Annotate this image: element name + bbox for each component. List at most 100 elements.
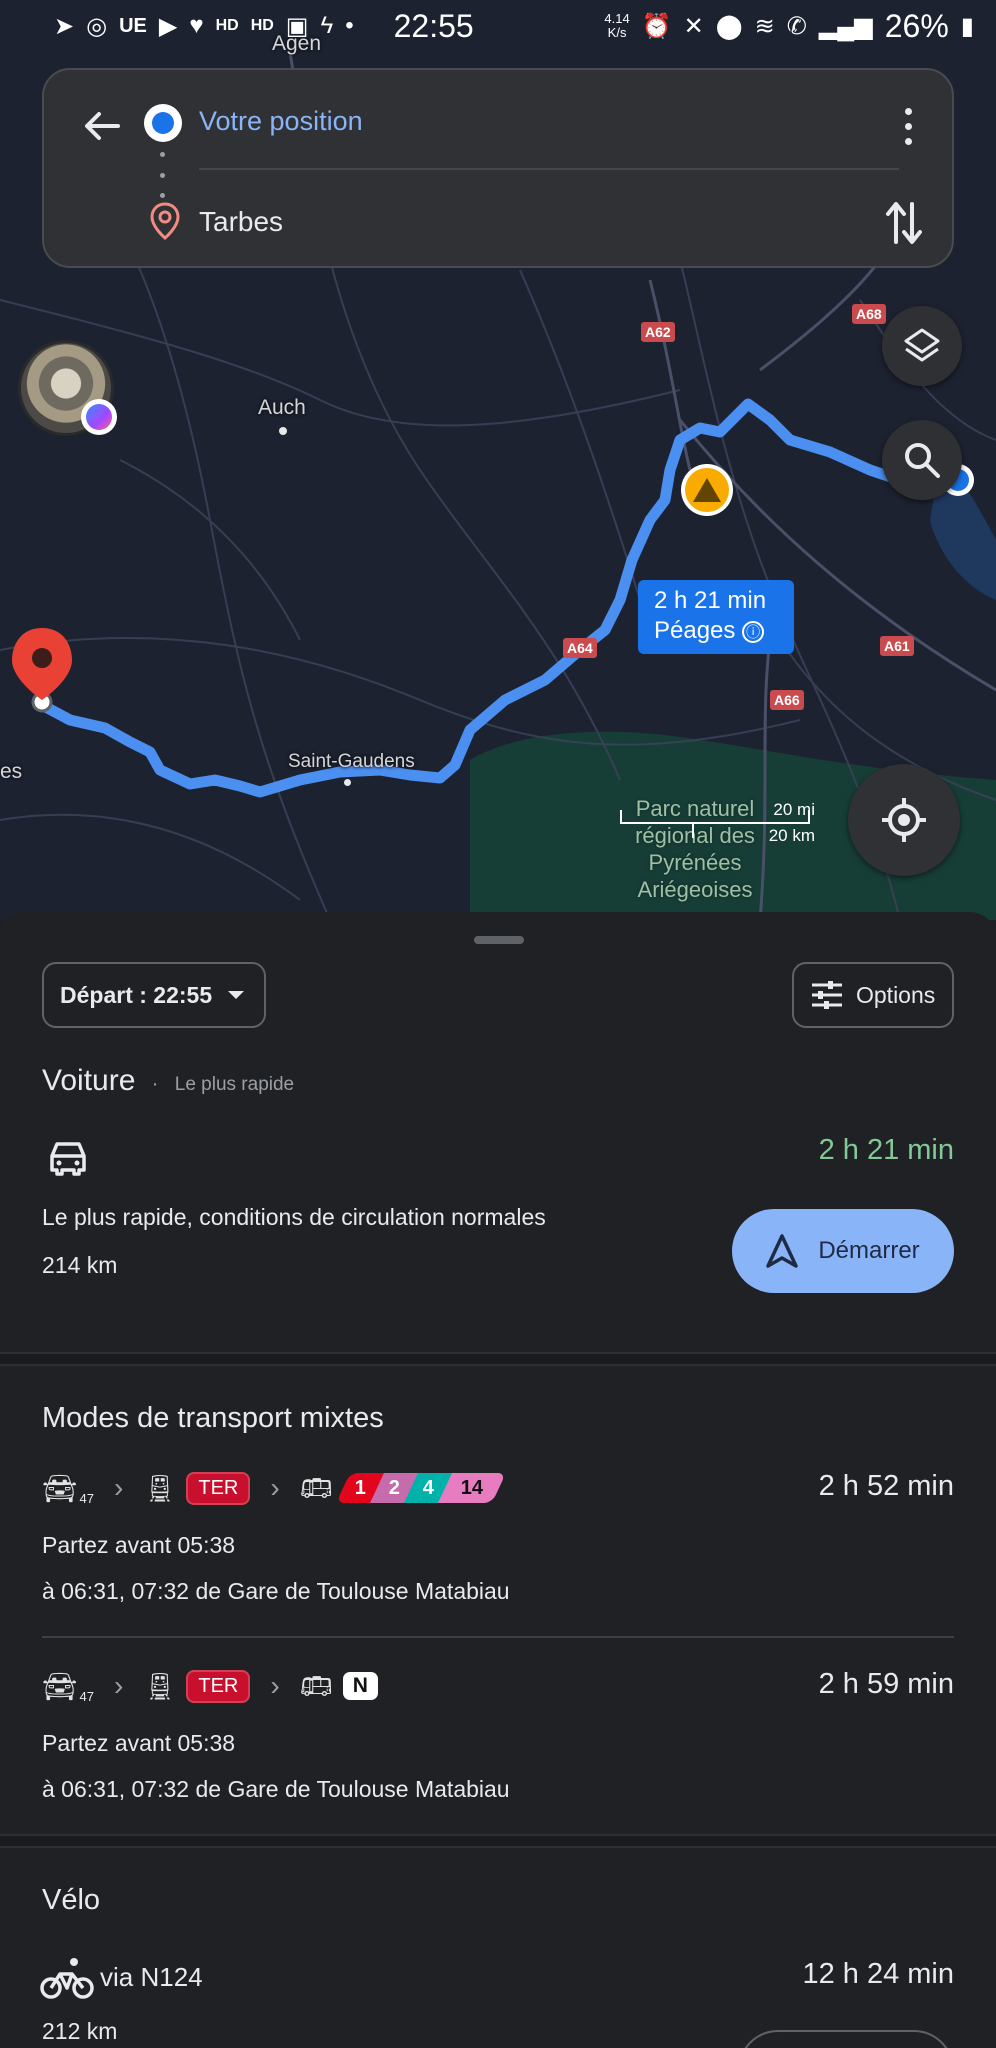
departure-detail-2: à 06:31, 07:32 de Gare de Toulouse Matab… [42,1776,510,1802]
scale-mi: 20 mi [773,800,815,819]
crosshair-icon [882,798,926,842]
callout-tolls: Péages ⓘ [654,616,778,646]
road-shield-a61: A61 [880,636,914,656]
net-speed: 4.14 K/s [604,11,630,40]
callout-duration: 2 h 21 min [654,587,767,614]
road-shield-a68: A68 [852,304,886,324]
hd-icon: HD [250,17,274,34]
notification-icon: ▣ [285,12,309,40]
chevron-right-icon: › [114,1670,124,1701]
road-shield-a64: A64 [563,638,597,658]
depart-label: Départ : 22:55 [60,981,213,1008]
ter-badge: TER [186,1471,251,1505]
road-shield-a62: A62 [641,322,675,342]
chevron-right-icon: › [114,1472,124,1503]
status-clock: 22:55 [393,7,474,44]
section-divider [0,1834,996,1848]
map-label-auch: Auch [258,396,306,419]
mixed-section-title: Modes de transport mixtes [42,1402,384,1434]
hd-icon: HD [215,17,239,34]
depart-time-button[interactable]: Départ : 22:55 [42,962,266,1028]
ter-badge: TER [186,1669,251,1703]
instagram-icon: ◎ [86,12,108,40]
map-label-saint-gaudens: Saint-Gaudens [288,751,415,772]
car-subtitle: Le plus rapide [174,1074,295,1095]
route-line [36,398,936,798]
location-icon: ⬤ [715,12,743,40]
car-duration: 2 h 21 min [818,1134,954,1166]
more-options-button[interactable] [888,96,928,156]
start-navigation-button[interactable]: Démarrer [732,1209,954,1293]
battery-level: 26% [884,7,949,44]
start-label: Démarrer [818,1237,920,1264]
contact-avatar[interactable] [18,340,117,436]
youtube-icon: ▶ [158,12,178,40]
call-icon: ✆ [786,12,807,40]
navigation-arrow-icon [766,1234,799,1268]
leave-before-2: Partez avant 05:38 [42,1730,236,1756]
leave-before-1: Partez avant 05:38 [42,1532,236,1558]
dropdown-icon [228,991,245,999]
car-section-title: Voiture · Le plus rapide [42,1064,295,1097]
alarm-icon: ⏰ [641,12,672,40]
telegram-icon: ➤ [54,12,75,40]
messenger-icon [81,399,117,435]
destination-pin-icon [150,202,180,240]
bike-via: via N124 [100,1962,203,1992]
route-duration-callout[interactable]: 2 h 21 min Péages ⓘ [638,580,794,654]
layers-icon [904,328,940,362]
mixed-duration-2: 2 h 59 min [818,1668,954,1700]
charging-icon: ϟ [320,12,334,39]
directions-search-card: Votre position Tarbes [42,68,954,268]
car-icon [50,1142,86,1176]
dot-icon: • [345,12,354,39]
route-dots-icon [160,152,166,198]
battery-icon: ▮ [960,12,974,40]
status-app-label: UE [119,14,147,37]
chevron-right-icon: › [270,1472,280,1503]
car-icon: 🚘︎ [42,1472,78,1504]
car-description: Le plus rapide, conditions de circulatio… [42,1204,546,1230]
mode-sequence: 🚘︎ 47 › 🚆︎ TER › 🚌︎ N [42,1666,378,1706]
search-along-route-button[interactable] [882,420,962,500]
scale-km: 20 km [768,826,815,845]
bus-icon: 🚌︎ [299,1670,333,1701]
destination-input[interactable]: Tarbes [199,206,283,238]
map-label-es: es [0,760,23,783]
bus-icon: 🚌︎ [299,1472,333,1503]
swap-icon[interactable] [882,198,926,248]
heart-icon: ♥ [189,12,204,39]
directions-bottom-sheet: Départ : 22:55 Options Voiture · Le plus… [0,912,996,2048]
bike-distance: 212 km [42,2018,118,2044]
layers-button[interactable] [882,306,962,386]
road-shield-a66: A66 [770,690,804,710]
sheet-drag-handle[interactable] [474,936,524,944]
bike-duration: 12 h 24 min [802,1958,954,1990]
train-icon: 🚆︎ [143,1472,177,1503]
search-icon [905,443,940,478]
status-bar: ➤ ◎ UE ▶ ♥ HD HD ▣ ϟ • 22:55 4.14 K/s ⏰ … [0,0,996,52]
arrow-back-icon [85,112,120,140]
mode-sequence: 🚘︎ 47 › 🚆︎ TER › 🚌︎ 1 2 4 14 [42,1468,506,1508]
train-icon: 🚆︎ [143,1670,177,1701]
options-button[interactable]: Options [792,962,954,1028]
toll-icon: ⓘ [742,620,765,643]
car-icon: 🚘︎ [42,1670,78,1702]
section-divider [0,1352,996,1366]
signal-icon: ▂▄▆ [818,12,873,40]
chevron-right-icon: › [270,1670,280,1701]
my-location-button[interactable] [848,764,960,876]
bike-preview-button[interactable] [738,2030,954,2048]
bicycle-icon [40,1958,94,1999]
origin-input[interactable]: Votre position [199,106,363,137]
origin-icon [144,104,182,142]
car-distance: 214 km [42,1252,118,1278]
mixed-duration-1: 2 h 52 min [818,1470,954,1502]
wifi-icon: ≋ [754,12,775,40]
tune-icon [812,981,842,1009]
options-label: Options [856,981,936,1008]
back-button[interactable] [72,96,132,156]
departure-detail-1: à 06:31, 07:32 de Gare de Toulouse Matab… [42,1578,510,1604]
line-badge-n: N [342,1672,378,1700]
bike-section-title: Vélo [42,1884,101,1916]
